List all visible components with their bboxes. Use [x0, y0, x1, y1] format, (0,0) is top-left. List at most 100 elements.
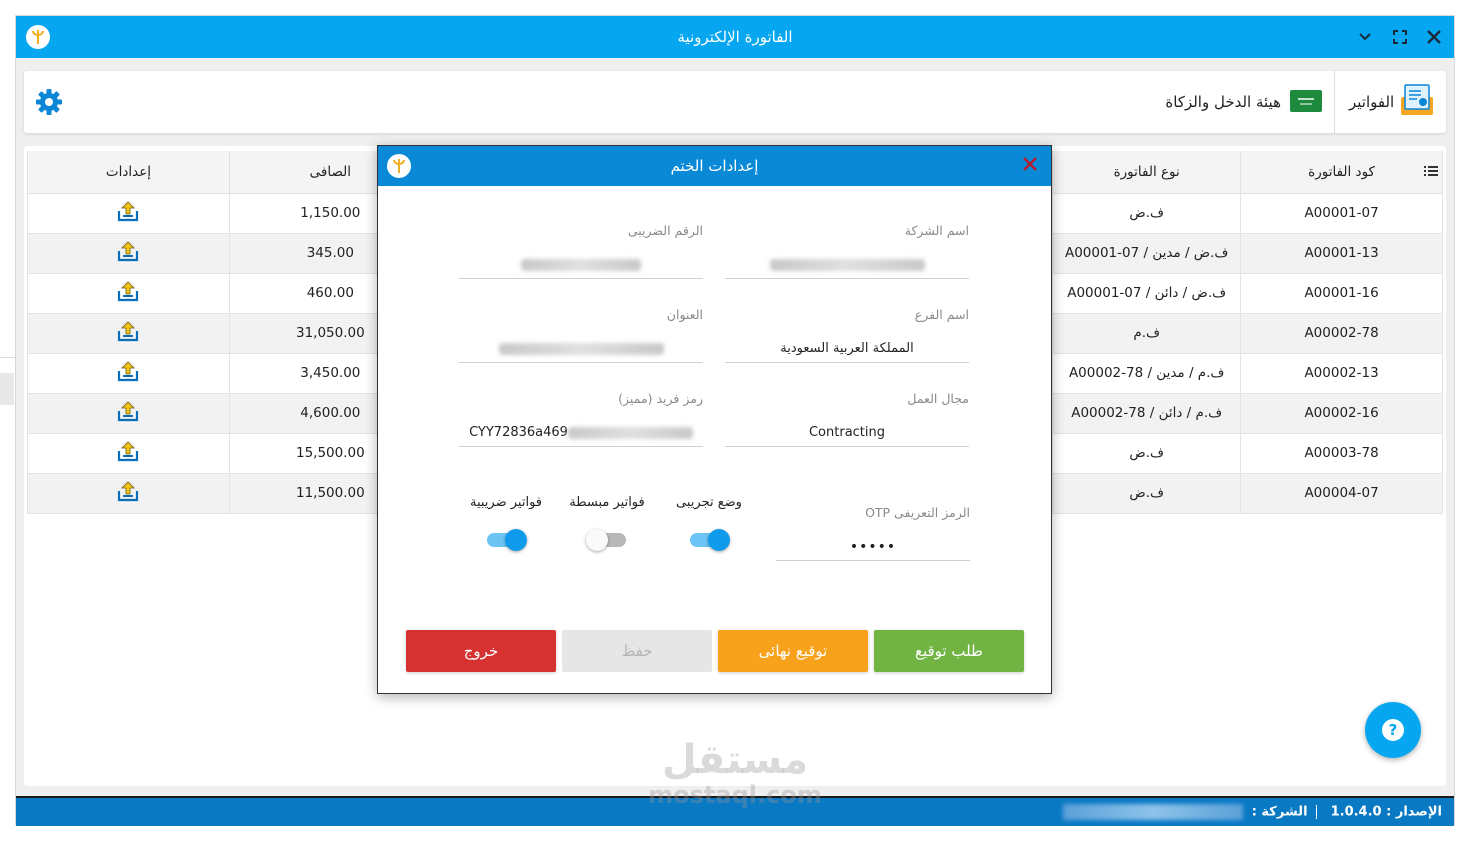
status-separator	[1316, 805, 1322, 819]
trial-mode-group: وضع تجريبى	[664, 495, 754, 551]
cell-settings	[27, 192, 230, 234]
authority-label[interactable]: هيئة الدخل والزكاة	[1165, 93, 1281, 111]
header-code[interactable]: كود الفاتورة	[1240, 151, 1443, 194]
cell-type: ف.ض	[1052, 192, 1242, 234]
sign-request-button[interactable]: طلب توقيع	[874, 630, 1024, 672]
branch-name-value[interactable]: المملكة العربية السعودية	[725, 337, 969, 363]
toggle-knob	[505, 529, 527, 551]
gear-icon[interactable]	[34, 87, 64, 117]
cell-type: ف.ض	[1052, 432, 1242, 474]
watermark: مستقل mostaql.com	[645, 738, 825, 808]
company-name-field[interactable]: اسم الشركة	[725, 223, 969, 279]
otp-value[interactable]: •••••	[776, 535, 970, 561]
otp-label: الرمز التعريفى OTP	[865, 505, 970, 520]
cell-type: ف.م / مدين / A00002-78	[1052, 352, 1242, 394]
branch-name-field[interactable]: اسم الفرع المملكة العربية السعودية	[725, 307, 969, 363]
help-button[interactable]: ?	[1365, 702, 1421, 758]
invoices-icon[interactable]	[1399, 83, 1435, 119]
toggle-knob	[586, 529, 608, 551]
upload-icon[interactable]	[116, 479, 140, 507]
unique-code-value[interactable]: CYY72836a469	[459, 421, 703, 447]
company-name-redacted	[769, 258, 925, 271]
company-text: الشركة :	[1251, 804, 1308, 820]
company-name-value[interactable]	[725, 253, 969, 279]
cell-settings	[27, 352, 230, 394]
upload-icon[interactable]	[116, 279, 140, 307]
header-code-label: كود الفاتورة	[1308, 163, 1375, 180]
cell-code: A00001-16	[1240, 272, 1443, 314]
cell-settings	[27, 432, 230, 474]
upload-icon[interactable]	[116, 239, 140, 267]
upload-icon[interactable]	[116, 199, 140, 227]
address-label: العنوان	[666, 307, 703, 322]
cell-type: ف.ض	[1052, 472, 1242, 514]
cell-settings	[27, 472, 230, 514]
tax-number-field[interactable]: الرقم الضريبى	[459, 223, 703, 279]
address-redacted	[498, 342, 664, 355]
header-type[interactable]: نوع الفاتورة	[1052, 151, 1242, 194]
tax-invoices-label: فواتير ضريبية	[469, 495, 543, 510]
cell-settings	[27, 232, 230, 274]
work-field-value[interactable]: Contracting	[725, 421, 969, 447]
cell-settings	[27, 312, 230, 354]
upload-icon[interactable]	[116, 359, 140, 387]
fullscreen-icon[interactable]	[1387, 24, 1413, 50]
final-sign-button[interactable]: توقيع نهائى	[718, 630, 868, 672]
dialog-header: إعدادات الختم	[378, 146, 1051, 186]
upload-icon[interactable]	[116, 319, 140, 347]
tax-number-redacted	[521, 258, 641, 271]
exit-button[interactable]: خروج	[406, 630, 556, 672]
title-bar: الفاتورة الإلكترونية	[16, 16, 1454, 58]
unique-code-field[interactable]: رمز فريد (مميز) CYY72836a469	[459, 391, 703, 447]
simplified-invoices-group: فواتير مبسطة	[562, 495, 652, 551]
top-toolbar: هيئة الدخل والزكاة الفواتير	[24, 71, 1446, 133]
tax-number-value[interactable]	[459, 253, 703, 279]
toggle-knob	[708, 529, 730, 551]
cell-type: ف.ض / مدين / A00001-07	[1052, 232, 1242, 274]
chevron-down-icon[interactable]	[1352, 24, 1378, 50]
dialog-close-icon[interactable]	[1019, 154, 1041, 176]
version-text: الإصدار : 1.0.4.0	[1330, 804, 1442, 820]
tax-number-label: الرقم الضريبى	[627, 223, 703, 238]
trial-mode-toggle[interactable]	[690, 529, 730, 551]
unique-code-redacted	[567, 426, 693, 439]
cell-code: A00001-13	[1240, 232, 1443, 274]
left-edge-line	[0, 357, 15, 358]
cell-code: A00001-07	[1240, 192, 1443, 234]
invoices-label[interactable]: الفواتير	[1349, 93, 1394, 111]
cell-type: ف.م / دائن / A00002-78	[1052, 392, 1242, 434]
cell-type: ف.م	[1052, 312, 1242, 354]
toolbar-divider	[1334, 71, 1335, 133]
close-icon[interactable]	[1421, 24, 1447, 50]
simplified-invoices-label: فواتير مبسطة	[569, 495, 645, 510]
watermark-en: mostaql.com	[648, 781, 822, 809]
save-button[interactable]: حفظ	[562, 630, 712, 672]
window-title: الفاتورة الإلكترونية	[677, 28, 793, 46]
work-field-field[interactable]: مجال العمل Contracting	[725, 391, 969, 447]
simplified-invoices-toggle[interactable]	[586, 529, 626, 551]
address-value[interactable]	[459, 337, 703, 363]
address-field[interactable]: العنوان	[459, 307, 703, 363]
upload-icon[interactable]	[116, 439, 140, 467]
work-field-label: مجال العمل	[907, 391, 969, 406]
tax-invoices-group: فواتير ضريبية	[461, 495, 551, 551]
list-menu-icon[interactable]	[1424, 165, 1438, 181]
cell-code: A00003-78	[1240, 432, 1443, 474]
unique-code-text: CYY72836a469	[469, 425, 568, 440]
left-edge-tab	[0, 373, 14, 405]
saudi-flag-icon	[1290, 90, 1322, 112]
tax-invoices-toggle[interactable]	[487, 529, 527, 551]
stamp-settings-dialog: إعدادات الختم اسم الشركة الرقم الضريبى ا…	[377, 145, 1052, 694]
watermark-ar: مستقل	[661, 737, 809, 783]
cell-settings	[27, 272, 230, 314]
dialog-title: إعدادات الختم	[670, 157, 759, 175]
header-settings[interactable]: إعدادات	[27, 151, 230, 194]
upload-icon[interactable]	[116, 399, 140, 427]
help-icon: ?	[1382, 719, 1404, 741]
cell-code: A00002-78	[1240, 312, 1443, 354]
otp-field[interactable]: الرمز التعريفى OTP •••••	[776, 505, 970, 561]
cell-settings	[27, 392, 230, 434]
cell-code: A00004-07	[1240, 472, 1443, 514]
cell-type: ف.ض / دائن / A00001-07	[1052, 272, 1242, 314]
trial-mode-label: وضع تجريبى	[676, 495, 742, 510]
